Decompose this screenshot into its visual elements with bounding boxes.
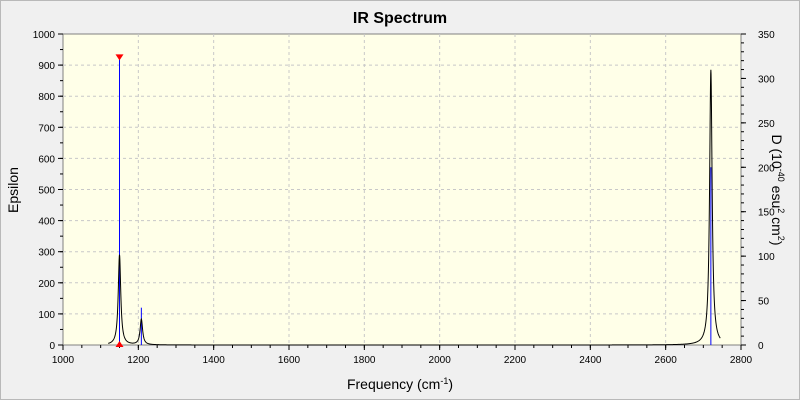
right-y-axis-title: D (10-40 esu2 cm2) (769, 135, 786, 246)
y-left-tick-label: 1000 (33, 30, 56, 41)
y-left-tick-label: 600 (38, 154, 55, 165)
y-left-tick-label: 700 (38, 123, 55, 134)
x-tick-label: 2200 (504, 355, 527, 366)
x-tick-label: 2800 (730, 355, 753, 366)
y-left-tick-label: 200 (38, 279, 55, 290)
y-left-tick-label: 900 (38, 61, 55, 72)
y-left-tick-label: 100 (38, 310, 55, 321)
y-right-tick-label: 250 (758, 119, 775, 130)
x-axis-title: Frequency (cm-1) (347, 376, 453, 392)
x-tick-label: 2400 (579, 355, 602, 366)
x-tick-label: 1000 (52, 355, 75, 366)
chart-title: IR Spectrum (353, 10, 447, 27)
y-left-tick-label: 0 (49, 341, 55, 352)
y-right-tick-label: 300 (758, 74, 775, 85)
x-tick-label: 1200 (127, 355, 150, 366)
y-right-tick-label: 0 (758, 341, 764, 352)
y-left-tick-label: 300 (38, 248, 55, 259)
x-axis: 1000 1200 1400 1600 1800 2000 2200 2400 2600 2800 (52, 345, 753, 366)
left-y-axis-title: Epsilon (5, 167, 21, 213)
x-tick-label: 1600 (278, 355, 301, 366)
x-tick-label: 1400 (203, 355, 226, 366)
y-left-tick-label: 400 (38, 217, 55, 228)
left-y-axis: 0 100 200 300 400 500 600 700 800 900 1000 (33, 30, 63, 352)
x-tick-label: 2600 (655, 355, 678, 366)
y-right-tick-label: 50 (758, 297, 770, 308)
x-tick-label: 2000 (429, 355, 452, 366)
y-left-tick-label: 800 (38, 92, 55, 103)
y-left-tick-label: 500 (38, 186, 55, 197)
y-right-tick-label: 350 (758, 30, 775, 41)
x-tick-label: 1800 (353, 355, 376, 366)
ir-spectrum-chart: IR Spectrum 1000 1200 1400 1600 1800 2000 2200… (5, 10, 786, 392)
y-right-tick-label: 100 (758, 252, 775, 263)
